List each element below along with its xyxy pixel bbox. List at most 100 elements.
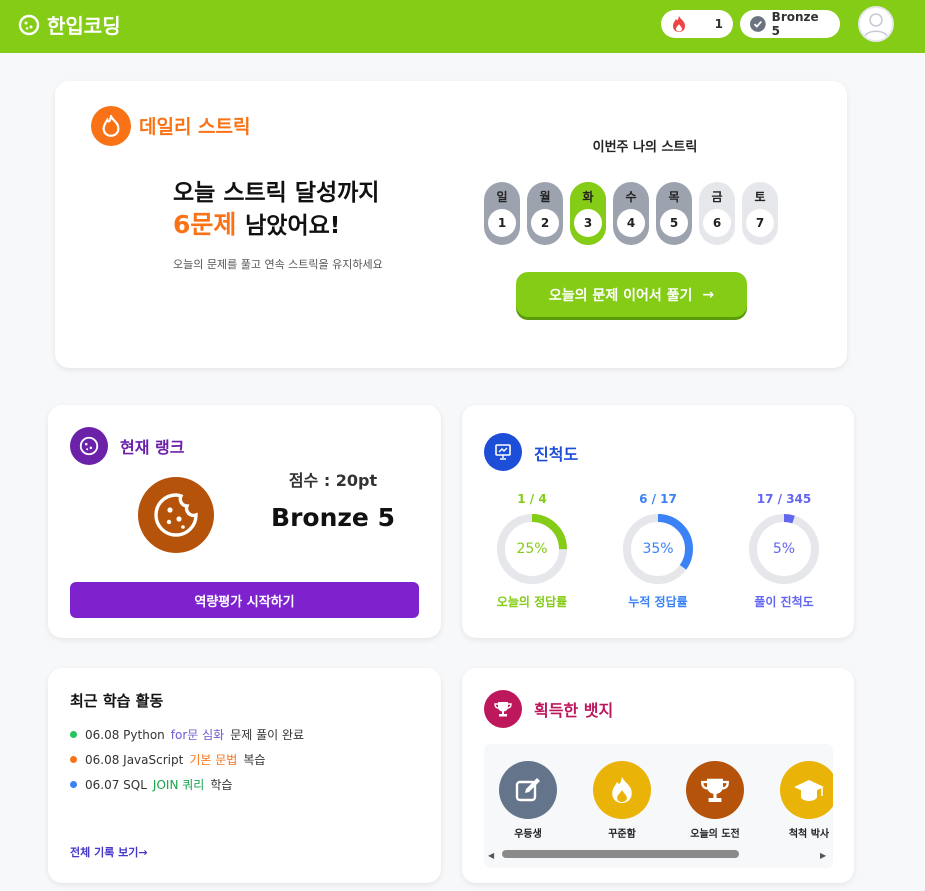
day-number: 6	[703, 209, 731, 237]
activity-topic[interactable]: 기본 문법	[189, 751, 237, 768]
flame-icon	[673, 16, 685, 32]
badge-item[interactable]: 척척 박사	[769, 761, 833, 840]
progress-label: 누적 정답률	[628, 595, 688, 609]
arrow-right-icon: →	[702, 286, 715, 303]
badge-label: 꾸준함	[608, 829, 636, 840]
cookie-logo-icon	[18, 14, 40, 35]
rank-pill-label: Bronze 5	[771, 10, 819, 38]
chart-board-icon	[484, 433, 522, 471]
trophy-icon	[484, 690, 522, 728]
day-label: 일	[496, 190, 508, 204]
edit-icon	[499, 761, 557, 819]
progress-label: 오늘의 정답률	[496, 595, 568, 609]
day-label: 목	[668, 190, 680, 204]
remaining-suffix: 남았어요!	[245, 213, 341, 239]
ring-percent: 35%	[642, 541, 674, 557]
scroll-right-icon[interactable]: ▶	[820, 851, 826, 860]
badges-card-title: 획득한 뱃지	[534, 701, 614, 720]
badge-label: 우등생	[514, 829, 542, 840]
daily-streak-card: 데일리 스트릭 오늘 스트릭 달성까지 6문제 남았어요! 오늘의 문제를 풀고…	[55, 81, 847, 368]
progress-card: 진척도 1 / 4 25% 오늘의 정답률 6 / 17 35% 누적 정답률 17 / 3…	[462, 405, 854, 638]
progress-ring: 5%	[748, 513, 820, 585]
streak-count: 1	[714, 17, 723, 31]
activity-item: 06.08 Python for문 심화 문제 풀이 완료	[70, 726, 304, 743]
activity-item: 06.08 JavaScript 기본 문법 복습	[70, 751, 265, 768]
day-1: 일1	[484, 182, 520, 245]
activity-date: 06.07 SQL	[85, 777, 147, 792]
badge-label: 척척 박사	[788, 829, 830, 840]
scroll-left-icon[interactable]: ◀	[488, 851, 494, 860]
rank-score: 점수 : 20pt	[258, 467, 408, 491]
rank-emblem-icon	[138, 477, 214, 553]
ring-percent: 5%	[772, 541, 796, 557]
progress-ring: 25%	[496, 513, 568, 585]
app-logo[interactable]: 한입코딩	[17, 10, 121, 39]
check-badge-icon	[750, 16, 766, 32]
activity-card-title: 최근 학습 활동	[70, 692, 164, 710]
day-3: 화3	[570, 182, 606, 245]
activity-dot	[70, 781, 77, 788]
progress-count: 1 / 4	[517, 492, 547, 506]
current-rank-card: 현재 랭크 점수 : 20pt Bronze 5 역량평가 시작하기	[48, 405, 441, 638]
badge-label: 오늘의 도전	[690, 829, 740, 840]
activity-dot	[70, 756, 77, 763]
continue-problems-button[interactable]: 오늘의 문제 이어서 풀기 →	[516, 272, 747, 317]
day-number: 5	[660, 209, 688, 237]
activity-topic[interactable]: for문 심화	[171, 726, 224, 743]
flame-icon	[91, 106, 131, 146]
activity-date: 06.08 JavaScript	[85, 752, 184, 767]
trophy-icon	[686, 761, 744, 819]
week-streak-title: 이번주 나의 스트릭	[592, 140, 698, 155]
continue-button-label: 오늘의 문제 이어서 풀기	[548, 287, 693, 304]
day-label: 금	[711, 190, 723, 204]
streak-headline: 오늘 스트릭 달성까지	[173, 180, 380, 206]
day-number: 4	[617, 209, 645, 237]
streak-counter[interactable]: 1	[661, 10, 733, 38]
day-label: 월	[539, 190, 551, 204]
cookie-icon	[70, 427, 108, 465]
streak-headline-line2: 6문제 남았어요!	[173, 205, 340, 241]
day-label: 토	[754, 190, 766, 204]
rank-pill[interactable]: Bronze 5	[740, 10, 840, 38]
badge-item[interactable]: 꾸준함	[582, 761, 662, 840]
remaining-count: 6문제	[173, 210, 237, 239]
graduation-cap-icon	[780, 761, 833, 819]
badge-item[interactable]: 우등생	[488, 761, 568, 840]
day-number: 1	[488, 209, 516, 237]
day-2: 월2	[527, 182, 563, 245]
day-number: 2	[531, 209, 559, 237]
horizontal-scrollbar-thumb[interactable]	[502, 850, 739, 858]
progress-ring: 35%	[622, 513, 694, 585]
ring-percent: 25%	[516, 541, 548, 557]
earned-badges-card: 획득한 뱃지 우등생 꾸준함 오늘의 도전 척척 박사 ◀ ▶	[462, 668, 854, 883]
day-number: 3	[574, 209, 602, 237]
activity-suffix: 복습	[243, 753, 266, 767]
activity-topic[interactable]: JOIN 쿼리	[153, 776, 204, 793]
activity-dot	[70, 731, 77, 738]
rank-name: Bronze 5	[271, 503, 395, 532]
rank-score-text: 점수 : 20pt	[288, 471, 378, 490]
badge-item[interactable]: 오늘의 도전	[675, 761, 755, 840]
view-all-history-link[interactable]: 전체 기록 보기→	[70, 844, 148, 860]
progress-label: 풀이 진척도	[754, 595, 814, 609]
avatar[interactable]	[858, 6, 894, 42]
day-5: 목5	[656, 182, 692, 245]
activity-suffix: 학습	[210, 778, 233, 792]
progress-count: 17 / 345	[756, 492, 812, 506]
rank-card-title: 현재 랭크	[120, 438, 185, 457]
week-days-row: 일1월2화3수4목5금6토7	[484, 182, 784, 246]
app-name: 한입코딩	[47, 14, 121, 38]
start-assessment-button[interactable]: 역량평가 시작하기	[70, 582, 419, 618]
day-number: 7	[746, 209, 774, 237]
activity-date: 06.08 Python	[85, 727, 165, 742]
top-navigation-bar: 한입코딩 1 Bronze 5	[0, 0, 925, 53]
streak-subtitle: 오늘의 문제를 풀고 연속 스트릭을 유지하세요	[173, 258, 383, 271]
streak-card-title: 데일리 스트릭	[139, 116, 251, 138]
day-7: 토7	[742, 182, 778, 245]
day-label: 화	[582, 190, 594, 204]
progress-card-title: 진척도	[534, 445, 579, 464]
day-4: 수4	[613, 182, 649, 245]
progress-count: 6 / 17	[639, 492, 677, 506]
activity-item: 06.07 SQL JOIN 쿼리 학습	[70, 776, 232, 793]
recent-activity-card: 최근 학습 활동 06.08 Python for문 심화 문제 풀이 완료 06.0…	[48, 668, 441, 883]
